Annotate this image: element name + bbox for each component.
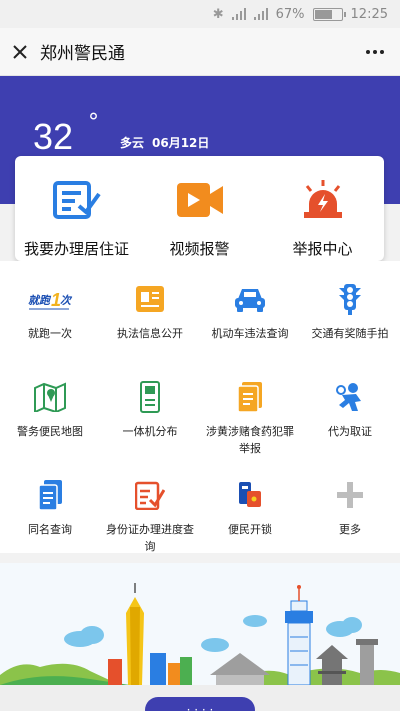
service-label: 代为取证	[328, 425, 372, 438]
title-bar: 郑州警民通	[0, 28, 400, 76]
service-label: 就跑一次	[28, 327, 72, 340]
service-id-progress[interactable]: 身份证办理进度查询	[100, 479, 200, 555]
id-progress-icon	[134, 479, 166, 511]
video-camera-icon	[176, 180, 224, 224]
featured-residence-permit[interactable]: 我要办理居住证	[15, 156, 138, 261]
service-kiosk[interactable]: 一体机分布	[100, 381, 200, 440]
more-icon[interactable]	[350, 28, 400, 76]
map-icon	[34, 381, 66, 413]
service-label: 交通有奖随手拍	[311, 327, 389, 340]
date-text: 06月12日	[152, 136, 210, 150]
close-icon[interactable]	[0, 28, 40, 76]
bluetooth-icon: ✱	[212, 6, 224, 22]
featured-report-center[interactable]: 举报中心	[261, 156, 384, 261]
featured-card: 我要办理居住证 视频报警 举报中心	[15, 156, 384, 261]
evidence-person-icon	[334, 381, 366, 413]
kiosk-icon	[134, 381, 166, 413]
pill-label: · · · ·	[186, 703, 214, 711]
featured-video-alarm[interactable]: 视频报警	[138, 156, 261, 261]
residence-permit-icon	[52, 180, 101, 224]
battery-percent: 67%	[275, 6, 305, 22]
service-label: 便民开锁	[228, 523, 272, 536]
report-document-icon	[234, 381, 266, 413]
plus-icon	[334, 479, 366, 511]
service-grid: 就跑 1 次 就跑一次 执法信息公开 机动车违法查询 交通有奖随手拍 警务便民地…	[0, 261, 400, 553]
svg-text:就跑: 就跑	[28, 294, 52, 307]
news-icon	[134, 283, 166, 315]
status-bar: ✱ 67% 12:25	[0, 0, 400, 28]
service-law-info[interactable]: 执法信息公开	[100, 283, 200, 342]
service-more[interactable]: 更多	[300, 479, 400, 538]
service-traffic-photo[interactable]: 交通有奖随手拍	[300, 283, 400, 342]
degree-symbol: °	[88, 110, 99, 135]
service-evidence[interactable]: 代为取证	[300, 381, 400, 440]
service-label: 同名查询	[28, 523, 72, 536]
service-crime-report[interactable]: 涉黄涉赌食药犯罪举报	[200, 381, 300, 457]
service-label: 身份证办理进度查询	[106, 523, 194, 553]
weather-text: 多云	[120, 136, 145, 150]
service-label: 更多	[339, 523, 361, 536]
service-same-name[interactable]: 同名查询	[0, 479, 100, 538]
service-label: 警务便民地图	[17, 425, 83, 438]
run-once-logo-icon: 就跑 1 次	[27, 283, 73, 315]
service-label: 一体机分布	[122, 425, 178, 438]
battery-icon	[312, 7, 346, 21]
featured-label: 我要办理居住证	[23, 240, 129, 258]
service-label: 执法信息公开	[117, 327, 183, 340]
car-icon	[234, 283, 266, 315]
service-vehicle-violation[interactable]: 机动车违法查询	[200, 283, 300, 342]
clock: 12:25	[350, 6, 388, 22]
page-title: 郑州警民通	[40, 44, 125, 64]
service-unlock[interactable]: 便民开锁	[200, 479, 300, 538]
city-banner-illustration	[0, 563, 400, 685]
document-icon	[34, 479, 66, 511]
signal-icon	[231, 8, 246, 20]
featured-label: 举报中心	[292, 240, 353, 258]
service-label: 机动车违法查询	[211, 327, 289, 340]
traffic-light-icon	[334, 283, 366, 315]
unlock-icon	[234, 479, 266, 511]
service-police-map[interactable]: 警务便民地图	[0, 381, 100, 440]
bottom-nav-pill[interactable]: · · · ·	[145, 697, 255, 711]
signal-icon-2	[253, 8, 268, 20]
temperature: 32	[33, 116, 74, 157]
svg-text:次: 次	[60, 294, 73, 307]
alarm-light-icon	[299, 180, 347, 224]
service-label: 涉黄涉赌食药犯罪举报	[206, 425, 294, 455]
featured-label: 视频报警	[169, 240, 230, 258]
service-run-once[interactable]: 就跑 1 次 就跑一次	[0, 283, 100, 342]
